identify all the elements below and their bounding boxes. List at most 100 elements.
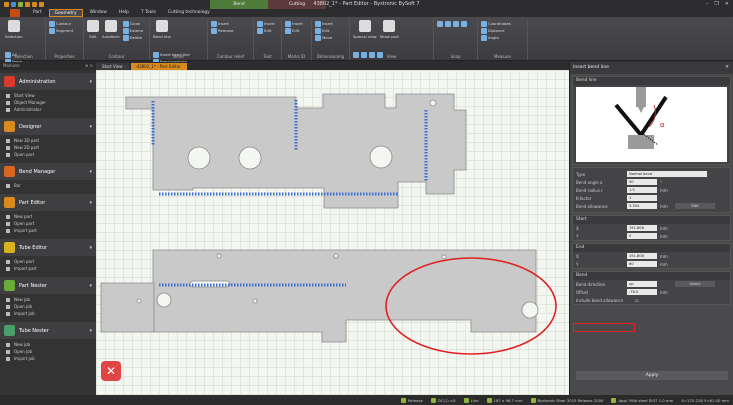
menu-help[interactable]: Help bbox=[114, 9, 134, 17]
bend-radius-input[interactable]: 1.5 bbox=[627, 187, 657, 193]
k-factor-input[interactable]: 1 bbox=[627, 195, 657, 201]
type-select[interactable]: Normal bend bbox=[627, 171, 707, 177]
insert-relief-button[interactable]: Insert bbox=[211, 20, 233, 27]
include-allowance-checkbox[interactable]: ☑ bbox=[635, 298, 639, 303]
autoform-button[interactable]: Autoform bbox=[102, 20, 120, 50]
sidebar-item[interactable]: New part bbox=[3, 213, 93, 220]
extend-button[interactable]: Extend bbox=[122, 27, 143, 34]
redo-icon[interactable] bbox=[39, 2, 44, 7]
snap-option-4[interactable] bbox=[461, 20, 467, 27]
sidebar-section-header[interactable]: Part Editor ▾ bbox=[0, 194, 96, 211]
coordinates-button[interactable]: Coordinates bbox=[481, 20, 511, 27]
menu-part[interactable]: Part bbox=[28, 9, 47, 17]
move-dimension-button[interactable]: Move bbox=[315, 34, 333, 41]
sidebar-item[interactable]: Open part bbox=[3, 258, 93, 265]
sidebar-item[interactable]: Import part bbox=[3, 265, 93, 272]
sidebar-item-label: Import part bbox=[14, 266, 37, 271]
sidebar-item[interactable]: Open part bbox=[3, 220, 93, 227]
edit-mark-button[interactable]: Edit bbox=[285, 27, 303, 34]
bend-allowance-input[interactable]: 3.354 bbox=[627, 203, 657, 209]
end-y-input[interactable]: 60 bbox=[627, 261, 657, 267]
delete-contour-button[interactable]: Delete bbox=[122, 34, 143, 41]
sidebar-item[interactable]: Administrator bbox=[3, 106, 93, 113]
menu-window[interactable]: Window bbox=[85, 9, 112, 17]
sidebar-section-header[interactable]: Designer ▾ bbox=[0, 118, 96, 135]
file-menu-button[interactable] bbox=[10, 9, 20, 17]
menu-cutting-technology[interactable]: Cutting technology bbox=[163, 9, 215, 17]
pin-icon[interactable]: ⊕ ✕ bbox=[85, 62, 93, 70]
bend-angle-input[interactable]: 90 bbox=[627, 179, 657, 185]
sidebar-section-header[interactable]: Tube Nester ▾ bbox=[0, 322, 96, 339]
sidebar-section-header[interactable]: Bend Manager ▾ bbox=[0, 163, 96, 180]
save-icon[interactable] bbox=[11, 2, 16, 7]
insert-text-button[interactable]: Insert bbox=[257, 20, 275, 27]
sidebar-item[interactable]: Import part bbox=[3, 227, 93, 234]
svg-text:α: α bbox=[660, 121, 665, 129]
status-machine: Bystronic Fiber 3015 Release 2000 bbox=[530, 397, 603, 403]
tab-start-view[interactable]: Start View bbox=[96, 63, 129, 70]
sidebar-header: Modules ⊕ ✕ bbox=[0, 62, 96, 70]
angle-button[interactable]: Angle bbox=[481, 34, 511, 41]
sidebar-section-header[interactable]: Part Nester ▾ bbox=[0, 277, 96, 294]
app-window: Bend Cutting 43802_1* - Part Editor - By… bbox=[0, 0, 733, 405]
remove-relief-button[interactable]: Remove bbox=[211, 27, 233, 34]
selection-button[interactable]: Selection bbox=[5, 20, 23, 50]
close-window-icon[interactable]: ✕ bbox=[725, 0, 729, 9]
panel-close-icon[interactable]: ✕ bbox=[725, 62, 729, 74]
menu-bar: Part Geometry Window Help 7 Tools Cuttin… bbox=[0, 9, 733, 25]
sidebar-item[interactable]: Import job bbox=[3, 310, 93, 317]
group-label: Marks ID bbox=[287, 54, 306, 59]
snap-option-3[interactable] bbox=[453, 20, 459, 27]
offset-input[interactable]: -76.5 bbox=[627, 289, 657, 295]
start-x-input[interactable]: 191.806 bbox=[627, 225, 657, 231]
part-drawing[interactable] bbox=[96, 70, 569, 395]
sidebar-section-header[interactable]: Tube Editor ▾ bbox=[0, 239, 96, 256]
drawing-canvas[interactable]: ✕ bbox=[96, 70, 569, 395]
end-x-input[interactable]: 191.806 bbox=[627, 253, 657, 259]
menu-tools[interactable]: 7 Tools bbox=[136, 9, 161, 17]
sidebar-item[interactable]: Open job bbox=[3, 348, 93, 355]
special-view-button[interactable]: Special view bbox=[353, 20, 377, 50]
open-icon[interactable] bbox=[25, 2, 30, 7]
segment-properties-button[interactable]: Segment bbox=[49, 27, 73, 34]
bend-line-button[interactable]: Bend line bbox=[153, 20, 171, 50]
snap-option-2[interactable] bbox=[445, 20, 451, 27]
edit-text-button[interactable]: Edit bbox=[257, 27, 275, 34]
sidebar-item[interactable]: Open part bbox=[3, 151, 93, 158]
edit-allowance-button[interactable]: Edit bbox=[675, 203, 715, 209]
show-part-button[interactable]: Show part bbox=[380, 20, 399, 50]
menu-geometry[interactable]: Geometry bbox=[48, 9, 83, 17]
app-logo-icon[interactable] bbox=[4, 2, 9, 7]
minimize-icon[interactable]: – bbox=[706, 0, 709, 9]
apply-button[interactable]: Apply bbox=[576, 371, 728, 380]
sidebar-item[interactable]: New job bbox=[3, 296, 93, 303]
contour-properties-button[interactable]: Contour bbox=[49, 20, 73, 27]
sidebar-item[interactable]: Open job bbox=[3, 303, 93, 310]
cancel-command-button[interactable]: ✕ bbox=[101, 361, 121, 381]
distance-button[interactable]: Distance bbox=[481, 27, 511, 34]
bend-direction-select[interactable]: up bbox=[627, 281, 657, 287]
sidebar-item[interactable]: New job bbox=[3, 341, 93, 348]
sidebar-item[interactable]: Import job bbox=[3, 355, 93, 362]
sidebar-item[interactable]: New 3D part bbox=[3, 137, 93, 144]
context-tab-bend[interactable]: Bend bbox=[210, 0, 268, 9]
insert-mark-button[interactable]: Insert bbox=[285, 20, 303, 27]
context-tab-cutting[interactable]: Cutting bbox=[268, 0, 326, 9]
edit-contour-button[interactable]: Edit bbox=[87, 20, 99, 50]
start-y-input[interactable]: 0 bbox=[627, 233, 657, 239]
undo-icon[interactable] bbox=[32, 2, 37, 7]
sidebar-section-header[interactable]: Administration ▾ bbox=[0, 73, 96, 90]
snap-option-1[interactable] bbox=[437, 20, 443, 27]
insert-dimension-button[interactable]: Insert bbox=[315, 20, 333, 27]
new-icon[interactable] bbox=[18, 2, 23, 7]
tab-part-editor[interactable]: 43802_1* - Part Editor bbox=[130, 63, 187, 70]
select-button[interactable]: Select bbox=[675, 281, 715, 287]
restore-icon[interactable]: ❐ bbox=[714, 0, 718, 9]
close-contour-button[interactable]: Close bbox=[122, 20, 143, 27]
sidebar-item[interactable]: Bar bbox=[3, 182, 93, 189]
sidebar-item[interactable]: Object Manager bbox=[3, 99, 93, 106]
sidebar-item[interactable]: New 2D part bbox=[3, 144, 93, 151]
sidebar-item[interactable]: Start View bbox=[3, 92, 93, 99]
module-icon bbox=[4, 242, 15, 253]
edit-dimension-button[interactable]: Edit bbox=[315, 27, 333, 34]
